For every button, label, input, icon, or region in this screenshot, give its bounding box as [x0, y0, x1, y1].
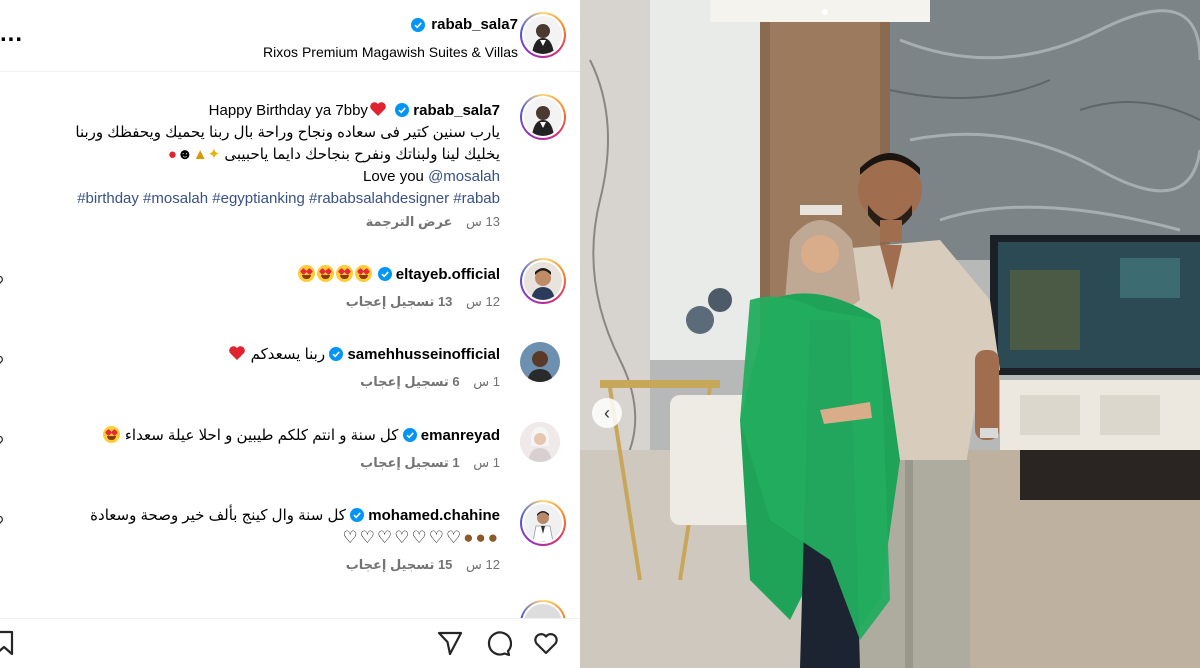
- verified-icon: [377, 267, 392, 281]
- emoji-party-icon: ▲: [192, 146, 208, 163]
- comment-time: 1 س: [473, 374, 500, 389]
- comment-meta: 12 س 15 تسجيل إعجاب: [90, 557, 500, 573]
- share-icon[interactable]: [436, 629, 464, 657]
- caption-arabic-line-2: يخليك لينا ولبناتك ونفرح بنجاحك دايما يا…: [224, 146, 500, 163]
- verified-icon: [329, 347, 344, 361]
- caption-love-row: Love you @mosalah: [20, 166, 500, 188]
- see-translation-link[interactable]: عرض الترجمة: [366, 214, 453, 229]
- comment-username[interactable]: eltayeb.official: [396, 266, 500, 283]
- post-actions-bar: [0, 618, 580, 668]
- comment-meta: 1 س 1 تسجيل إعجاب: [102, 455, 500, 471]
- comment-likes[interactable]: 6 تسجيل إعجاب: [360, 374, 460, 389]
- header-location[interactable]: Rixos Premium Magawish Suites & Villas: [263, 44, 518, 60]
- heart-eyes-emoji-icon: [336, 265, 354, 282]
- comment-item: ربنا يسعدكم samehhusseinofficial 1 س 6 ت…: [228, 344, 500, 390]
- avatar-portrait-icon: [528, 427, 552, 462]
- comment-text: كل سنة و انتم كلكم طيبين و احلا عيلة سعد…: [124, 427, 399, 444]
- caption-love: Love you: [363, 168, 424, 185]
- photo-scene: [580, 0, 1200, 668]
- comment-meta: 12 س 13 تسجيل إعجاب: [297, 294, 500, 310]
- chevron-left-icon[interactable]: ‹: [592, 398, 622, 428]
- header-text: rabab_sala7 Rixos Premium Magawish Suite…: [263, 16, 518, 60]
- comment-avatar[interactable]: [520, 342, 560, 382]
- avatar-portrait-icon: [532, 24, 554, 54]
- verified-icon: [395, 103, 410, 117]
- comment-row: ربنا يسعدكم samehhusseinofficial: [228, 344, 500, 366]
- heart-eyes-emoji-icon: [102, 426, 120, 443]
- red-heart-emoji-icon: [229, 346, 246, 360]
- comment-likes[interactable]: 1 تسجيل إعجاب: [360, 455, 460, 470]
- comments-panel: ... rabab_sala7 Rixos Premium Magawish S…: [0, 0, 580, 668]
- white-heart-emoji-icon: ♡♡♡♡♡♡♡: [342, 528, 464, 547]
- more-options-icon[interactable]: ...: [0, 22, 23, 46]
- post-photo[interactable]: [580, 0, 1200, 668]
- emoji-balloon-icon: ●: [167, 146, 177, 163]
- header-username-row: rabab_sala7: [411, 16, 518, 33]
- comment-avatar[interactable]: [520, 258, 566, 304]
- verified-icon: [402, 428, 417, 442]
- comment-username[interactable]: mohamed.chahine: [368, 507, 500, 524]
- like-comment-heart-icon[interactable]: [0, 516, 6, 528]
- header-avatar[interactable]: [520, 12, 566, 58]
- emoji-sparkles-icon: ✦: [207, 146, 221, 163]
- emoji-face-icon: ☻: [176, 146, 193, 163]
- caption-title: Happy Birthday ya 7bby: [208, 102, 368, 119]
- caption-time: 13 س: [466, 214, 500, 229]
- avatar-portrait-icon: [532, 106, 554, 136]
- comment-row: كل سنة وال كينج بألف خير وصحة وسعادة moh…: [90, 505, 500, 527]
- like-comment-heart-icon[interactable]: [0, 276, 6, 288]
- comment-time: 1 س: [473, 455, 500, 470]
- caption-arabic-line-2-row: ●☻▲✦ يخليك لينا ولبناتك ونفرح بنجاحك داي…: [20, 144, 500, 166]
- heart-eyes-emoji-icon: [355, 265, 373, 282]
- avatar-portrait-icon: [527, 351, 553, 382]
- comment-avatar[interactable]: [520, 422, 560, 462]
- comment-likes[interactable]: 13 تسجيل إعجاب: [346, 294, 453, 309]
- avatar-portrait-icon: [531, 268, 555, 300]
- comment-time: 12 س: [466, 557, 500, 572]
- comment-avatar[interactable]: [520, 500, 566, 546]
- comment-emoji-row: ♡♡♡♡♡♡♡●●●: [90, 527, 500, 549]
- bookmark-icon[interactable]: [0, 629, 20, 657]
- comment-likes[interactable]: 15 تسجيل إعجاب: [346, 557, 453, 572]
- comment-time: 12 س: [466, 294, 500, 309]
- cake-emoji-icon: ●●●: [463, 528, 500, 547]
- comment-username[interactable]: samehhusseinofficial: [347, 346, 500, 363]
- comment-row: كل سنة و انتم كلكم طيبين و احلا عيلة سعد…: [102, 425, 500, 447]
- heart-eyes-emoji-icon: [317, 265, 335, 282]
- caption-meta: 13 س عرض الترجمة: [20, 214, 500, 230]
- comment-row: eltayeb.official: [297, 264, 500, 286]
- comment-meta: 1 س 6 تسجيل إعجاب: [228, 374, 500, 390]
- comment-item: eltayeb.official 12 س 13 تسجيل إعجاب: [297, 264, 500, 310]
- avatar-portrait-icon: [532, 511, 554, 542]
- header-username[interactable]: rabab_sala7: [431, 16, 518, 33]
- verified-icon: [411, 17, 426, 32]
- post-header: ... rabab_sala7 Rixos Premium Magawish S…: [0, 0, 580, 72]
- comment-text: كل سنة وال كينج بألف خير وصحة وسعادة: [90, 507, 346, 524]
- caption-mention[interactable]: @mosalah: [428, 168, 500, 185]
- like-comment-heart-icon[interactable]: [0, 436, 6, 448]
- caption-hashtags[interactable]: #birthday #mosalah #egyptianking #rababs…: [20, 188, 500, 210]
- caption: Happy Birthday ya 7bby rabab_sala7 يارب …: [20, 100, 500, 230]
- comment-username[interactable]: emanreyad: [421, 427, 500, 444]
- heart-eyes-emoji-icon: [298, 265, 316, 282]
- heart-emoji-icon: [370, 102, 386, 116]
- caption-avatar[interactable]: [520, 94, 566, 140]
- like-comment-heart-icon[interactable]: [0, 356, 6, 368]
- comment-item: كل سنة وال كينج بألف خير وصحة وسعادة moh…: [90, 505, 500, 573]
- heart-icon[interactable]: [532, 629, 560, 657]
- caption-username[interactable]: rabab_sala7: [413, 102, 500, 119]
- comment-icon[interactable]: [484, 629, 512, 657]
- verified-icon: [350, 508, 365, 522]
- comment-item: كل سنة و انتم كلكم طيبين و احلا عيلة سعد…: [102, 425, 500, 471]
- comment-text: ربنا يسعدكم: [250, 346, 326, 363]
- caption-arabic-line-1: يارب سنين كتير فى سعاده ونجاح وراحة بال …: [75, 124, 500, 141]
- caption-title-row: Happy Birthday ya 7bby rabab_sala7: [20, 100, 500, 122]
